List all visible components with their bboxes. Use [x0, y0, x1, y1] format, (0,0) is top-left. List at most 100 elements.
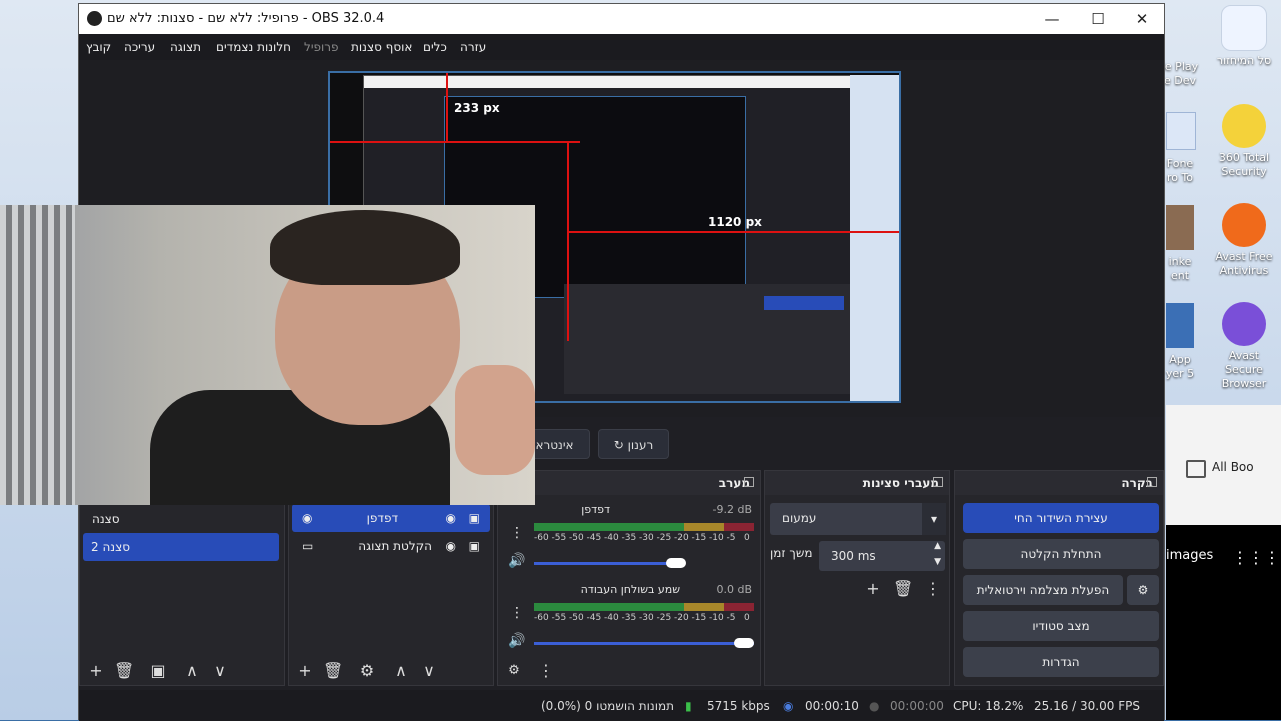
lock-icon[interactable]: ▣ — [469, 504, 480, 532]
meter-scale-tick: -35 — [621, 613, 637, 623]
move-down-icon[interactable]: ∨ — [419, 661, 439, 680]
folder-icon — [1186, 460, 1206, 478]
meter-scale-tick: 0 — [744, 613, 750, 623]
volume-slider[interactable] — [534, 562, 684, 565]
filter-scene-icon[interactable]: ▣ — [148, 661, 168, 680]
stepper-up-icon[interactable]: ▲ — [934, 541, 941, 551]
move-up-icon[interactable]: ∧ — [391, 661, 411, 680]
signal-icon: ▮ — [685, 699, 692, 713]
webcam-overlay — [0, 205, 535, 505]
menu-view[interactable]: תצוגה — [170, 40, 201, 54]
desktop-icon-label: 360 Total Security — [1218, 151, 1270, 178]
meter-scale-tick: -30 — [639, 613, 654, 623]
transition-menu-icon[interactable]: ⋮ — [923, 579, 943, 598]
chevron-down-icon[interactable]: ▾ — [922, 503, 946, 535]
delete-transition-icon[interactable]: 🗑 — [893, 579, 913, 598]
popout-icon[interactable] — [1147, 477, 1157, 487]
start-virtual-camera-button[interactable]: הפעלת מצלמה וירטואלית — [963, 575, 1123, 605]
delete-scene-icon[interactable]: 🗑 — [114, 661, 134, 680]
maximize-button[interactable]: ☐ — [1075, 4, 1121, 34]
controls-dock: בקרה עצירת השידור החי התחלת הקלטה הפעלת … — [954, 470, 1164, 686]
duration-label: משך זמן — [770, 546, 813, 560]
menu-bar: קובץ עריכה תצוגה חלונות נצמדים פרופיל או… — [79, 34, 1164, 60]
stepper-down-icon[interactable]: ▼ — [934, 557, 941, 567]
duration-input[interactable]: 300 ms ▲ ▼ — [819, 541, 945, 571]
lock-icon[interactable]: ▣ — [469, 532, 480, 560]
width-measure-label: 1120 px — [708, 215, 762, 229]
volume-knob[interactable] — [734, 638, 754, 648]
transition-select[interactable]: עמעום ▾ — [770, 503, 946, 535]
menu-edit[interactable]: עריכה — [124, 40, 155, 54]
audio-mixer-dock: מערב דפדפן -9.2 dB ⋮ -60 -55 -50 -45 -40 -35-… — [497, 470, 761, 686]
monitor-icon: ▭ — [302, 539, 314, 553]
move-down-icon[interactable]: ∨ — [210, 661, 230, 680]
avast-browser-icon[interactable]: Avast Secure Browser — [1214, 302, 1274, 391]
popout-icon[interactable] — [744, 477, 754, 487]
move-up-icon[interactable]: ∧ — [182, 661, 202, 680]
start-recording-button[interactable]: התחלת הקלטה — [963, 539, 1159, 569]
add-source-icon[interactable]: + — [295, 661, 315, 680]
menu-help[interactable]: עזרה — [460, 40, 486, 54]
person-hand — [455, 365, 535, 475]
channel-menu-icon[interactable]: ⋮ — [510, 525, 524, 541]
menu-file[interactable]: קובץ — [86, 40, 111, 54]
dropped-frames: (0.0%) 0 תמונות הושמטו — [541, 699, 675, 713]
menu-profile[interactable]: פרופיל — [304, 40, 339, 54]
stop-streaming-button[interactable]: עצירת השידור החי — [963, 503, 1159, 533]
menu-docks[interactable]: חלונות נצמדים — [216, 40, 291, 54]
meter-scale-tick: -5 — [726, 533, 736, 543]
add-scene-icon[interactable]: + — [86, 661, 106, 680]
delete-source-icon[interactable]: 🗑 — [323, 661, 343, 680]
refresh-button[interactable]: ↻ רענון — [598, 429, 669, 459]
cpu-usage: CPU: 18.2% — [953, 699, 1024, 713]
add-transition-icon[interactable]: + — [863, 579, 883, 598]
mixer-dock-title: מערב — [498, 471, 760, 495]
volume-slider[interactable] — [534, 642, 754, 645]
scene-item[interactable]: סצנה 2 — [83, 533, 279, 561]
obs-logo-icon — [87, 11, 102, 26]
eye-icon[interactable]: ◉ — [446, 532, 456, 560]
virtual-camera-settings-icon[interactable]: ⚙ — [1127, 575, 1159, 605]
source-properties-icon[interactable]: ⚙ — [357, 661, 377, 680]
minimize-button[interactable]: — — [1029, 4, 1075, 34]
transitions-dock: מעברי סצינות עמעום ▾ משך זמן 300 ms ▲ ▼ … — [764, 470, 950, 686]
avast-antivirus-icon[interactable]: Avast Free Antivirus — [1214, 203, 1274, 278]
stream-icon: ◉ — [783, 699, 794, 713]
desktop-icon-label: סל המיחזור — [1216, 54, 1272, 67]
menu-scene-collection[interactable]: אוסף סצנות — [351, 40, 412, 54]
studio-mode-button[interactable]: מצב סטודיו — [963, 611, 1159, 641]
source-item-display[interactable]: ▭ הקלטת תצוגה ◉ ▣ — [292, 532, 490, 560]
nested-desktop-strip — [850, 75, 899, 401]
meter-scale: -60 -55 -50 -45 -40 -35 -30 -25 -20 -15 -10 -5 0 — [534, 613, 754, 625]
channel-db: 0.0 dB — [716, 583, 752, 596]
meter-scale-tick: -15 — [691, 613, 707, 623]
speaker-icon[interactable]: 🔊 — [508, 633, 525, 649]
recycle-bin-icon[interactable]: סל המיחזור — [1214, 5, 1274, 68]
meter-scale-tick: -45 — [586, 613, 602, 623]
volume-knob[interactable] — [666, 558, 686, 568]
settings-button[interactable]: הגדרות — [963, 647, 1159, 677]
apps-grid-icon[interactable]: ⋮⋮⋮ — [1232, 548, 1280, 567]
measure-line — [567, 141, 569, 341]
measure-line — [567, 231, 899, 233]
360-security-icon[interactable]: 360 Total Security — [1214, 104, 1274, 179]
meter-scale-tick: 0 — [744, 533, 750, 543]
popout-icon[interactable] — [933, 477, 943, 487]
meter-scale: -60 -55 -50 -45 -40 -35 -30 -25 -20 -15 -10 -5 0 — [534, 533, 754, 545]
transitions-dock-title: מעברי סצינות — [765, 471, 949, 495]
images-link[interactable]: images — [1166, 548, 1213, 563]
eye-icon[interactable]: ◉ — [446, 504, 456, 532]
mixer-menu-icon[interactable]: ⋮ — [536, 661, 556, 680]
close-button[interactable]: ✕ — [1119, 4, 1165, 34]
channel-menu-icon[interactable]: ⋮ — [510, 605, 524, 621]
partial-app-icon — [1166, 112, 1196, 150]
speaker-icon[interactable]: 🔊 — [508, 553, 525, 569]
source-item-browser[interactable]: ◉ דפדפן ◉ ▣ — [292, 504, 490, 532]
meter-scale-tick: -10 — [709, 613, 724, 623]
mixer-settings-icon[interactable]: ⚙ — [504, 663, 524, 678]
scene-item[interactable]: סצנה — [84, 505, 280, 533]
menu-tools[interactable]: כלים — [423, 40, 447, 54]
bookmark-label[interactable]: All Boo — [1212, 460, 1254, 474]
meter-scale-tick: -20 — [674, 613, 689, 623]
record-time: 00:00:00 — [890, 699, 944, 713]
